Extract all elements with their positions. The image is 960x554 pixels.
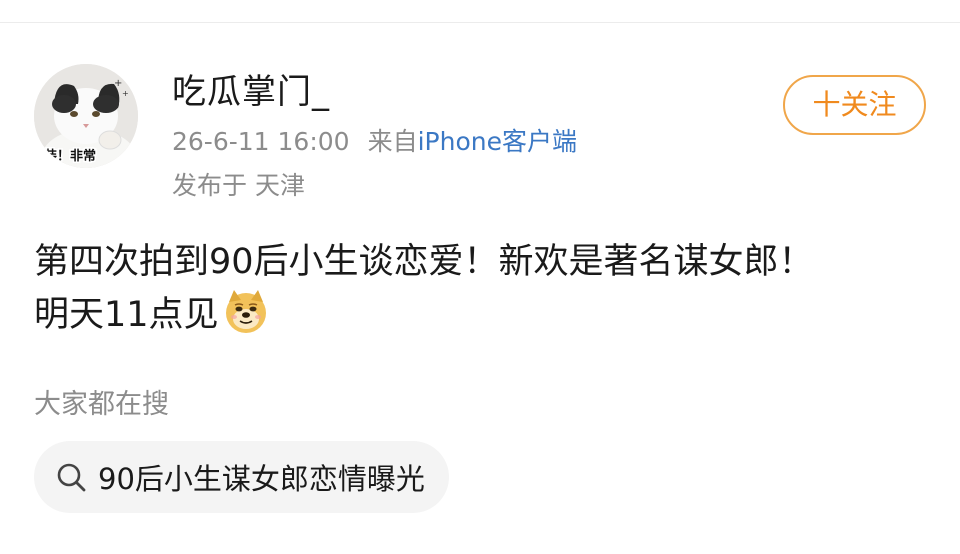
svg-text:+: + — [114, 78, 122, 89]
post-line-2: 明天11点见 — [34, 295, 219, 335]
doge-emoji-icon — [223, 288, 269, 334]
cat-avatar-image: + + 装！非常 — [34, 64, 138, 168]
post-line-1: 第四次拍到90后小生谈恋爱！新欢是著名谋女郎！ — [34, 242, 814, 282]
post-location: 发布于 天津 — [172, 171, 305, 200]
follow-button[interactable]: 十关注 — [783, 75, 926, 135]
search-icon — [54, 460, 88, 494]
trending-search-chip[interactable]: 90后小生谋女郎恋情曝光 — [34, 441, 449, 513]
avatar[interactable]: + + 装！非常 — [34, 64, 138, 168]
post-meta: 26-6-11 16:00 来自iPhone客户端 — [172, 126, 577, 158]
post-content: 第四次拍到90后小生谈恋爱！新欢是著名谋女郎！ 明天11点见 — [34, 236, 934, 341]
post-client[interactable]: iPhone客户端 — [418, 127, 577, 156]
avatar-caption: 装！非常 — [43, 148, 96, 164]
trending-title: 大家都在搜 — [34, 389, 169, 420]
post-line-2-wrap: 明天11点见 — [34, 288, 934, 341]
post-time: 26-6-11 16:00 — [172, 127, 350, 156]
svg-text:+: + — [122, 89, 129, 98]
post-source-prefix: 来自 — [367, 127, 418, 156]
top-divider — [0, 22, 960, 23]
trending-search-label: 90后小生谋女郎恋情曝光 — [98, 462, 425, 496]
username[interactable]: 吃瓜掌门_ — [172, 70, 330, 114]
